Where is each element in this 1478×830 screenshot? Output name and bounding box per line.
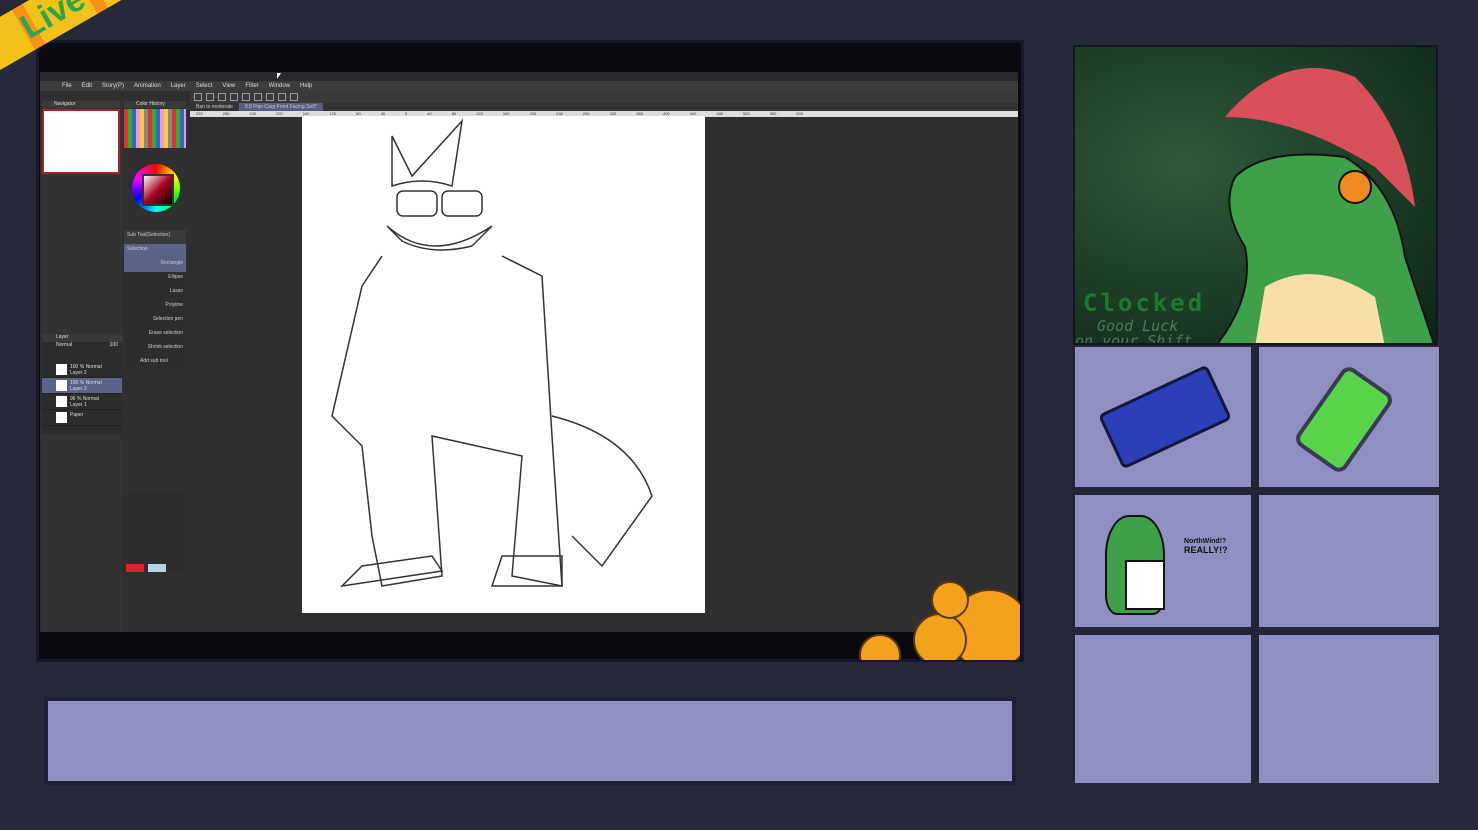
document-tabs: Ban to moderate 8.8 Flan Carp Front Faci… (190, 103, 1018, 111)
ruler-tick: 600 (796, 111, 804, 116)
inventory-slot-empty (1259, 495, 1439, 627)
redo-icon[interactable] (242, 93, 250, 101)
webcam-panel: Clocked Good Luck on your Shift (1073, 45, 1438, 345)
sticker-caption-line2: REALLY!? (1184, 545, 1228, 555)
sticker-caption: NorthWind!? REALLY!? (1184, 538, 1228, 555)
title-bar (40, 72, 1018, 81)
layer-row-selected[interactable]: 100 % Normal Layer 3 (42, 378, 122, 394)
ruler-tick: 200 (276, 111, 283, 116)
layer-name: Layer 3 (70, 386, 87, 392)
menu-layer[interactable]: Layer (171, 83, 186, 89)
clip-studio-window: File Edit Story(P) Animation Layer Selec… (40, 72, 1018, 632)
sub-tool-header: Sub Tool[Selection] (124, 230, 186, 244)
ruler-icon[interactable] (290, 93, 298, 101)
navigator-tab[interactable]: Navigator (42, 101, 120, 108)
layer-row[interactable]: 96 % Normal Layer 1 (42, 394, 122, 410)
orange-balls-decoration (859, 581, 1020, 660)
webcam-subtitle-2: on your Shift (1075, 332, 1193, 345)
inventory-slot-sticker (1075, 495, 1251, 627)
menu-help[interactable]: Help (300, 83, 312, 89)
layer-panel: Layer Normal 100 100 % Normal Layer 2 100… (42, 334, 122, 434)
ruler-tick: 520 (743, 111, 750, 116)
menu-animation[interactable]: Animation (134, 83, 161, 89)
sub-tool-panel: Sub Tool[Selection] Selection Rectangle … (124, 230, 186, 370)
new-icon[interactable] (194, 93, 202, 101)
menu-window[interactable]: Window (269, 83, 290, 89)
layer-name: Layer 1 (70, 402, 87, 408)
ruler-tick: 320 (196, 111, 203, 116)
mouse-cursor (277, 73, 281, 79)
ruler-tick: 560 (769, 111, 777, 116)
color-wheel[interactable] (132, 164, 180, 212)
transform-icon[interactable] (254, 93, 262, 101)
undo-icon[interactable] (230, 93, 238, 101)
menu-filter[interactable]: Filter (245, 83, 258, 89)
navigator-preview[interactable] (42, 109, 120, 174)
color-history-tab[interactable]: Color History (124, 101, 186, 108)
avatar-character-image (1216, 68, 1435, 343)
add-sub-tool-button[interactable]: Add sub tool (124, 356, 186, 370)
snap-icon[interactable] (278, 93, 286, 101)
sub-tool-shrink-selection[interactable]: Shrink selection (124, 342, 186, 356)
command-bar (190, 91, 1018, 103)
inventory-slot-tape (1075, 347, 1251, 487)
layer-panel-title: Layer (42, 334, 122, 342)
inventory-slot-empty (1259, 635, 1439, 783)
sub-tool-polyline[interactable]: Polyline (124, 300, 186, 314)
sub-color-swatch[interactable] (148, 564, 166, 572)
green-jar-icon (1292, 363, 1396, 476)
color-history[interactable] (124, 109, 186, 148)
sub-tool-lasso[interactable]: Lasso (124, 286, 186, 300)
webcam-title: Clocked (1083, 289, 1206, 317)
ruler-tick: 280 (222, 111, 230, 116)
save-icon[interactable] (218, 93, 226, 101)
menu-select[interactable]: Select (196, 83, 213, 89)
sticker-shirt (1125, 560, 1165, 610)
ruler-tick: 480 (716, 111, 724, 116)
inventory-slot-jar (1259, 347, 1439, 487)
blend-mode-select[interactable]: Normal (56, 342, 72, 350)
sub-tool-ellipse[interactable]: Ellipse (124, 272, 186, 286)
sub-tool-group[interactable]: Selection (124, 244, 186, 258)
sub-tool-selection-pen[interactable]: Selection pen (124, 314, 186, 328)
layer-name: Paper (70, 412, 84, 418)
vhs-tape-icon (1097, 364, 1233, 470)
fill-icon[interactable] (266, 93, 274, 101)
inventory-slot-empty (1075, 635, 1251, 783)
drawing-canvas[interactable] (302, 116, 705, 613)
inventory-grid (1071, 345, 1441, 783)
chat-bar (44, 697, 1016, 785)
tab-document-1[interactable]: Ban to moderate (190, 103, 239, 111)
layer-name: Layer 2 (70, 370, 87, 376)
tool-palette[interactable] (124, 492, 186, 572)
menu-story[interactable]: Story(P) (102, 83, 124, 89)
opacity-value[interactable]: 100 (110, 342, 122, 350)
layer-row[interactable]: 100 % Normal Layer 2 (42, 362, 122, 378)
menu-edit[interactable]: Edit (82, 83, 92, 89)
main-color-swatch[interactable] (126, 564, 144, 572)
sketch-fish-character (331, 118, 653, 588)
menu-view[interactable]: View (222, 83, 235, 89)
tab-document-2[interactable]: 8.8 Flan Carp Front Facing Soft* (238, 103, 323, 111)
menu-bar: File Edit Story(P) Animation Layer Selec… (40, 81, 1018, 91)
menu-file[interactable]: File (62, 83, 72, 89)
layer-row-paper[interactable]: Paper (42, 410, 122, 426)
ruler-tick: 240 (249, 111, 257, 116)
open-icon[interactable] (206, 93, 214, 101)
sub-tool-rectangle[interactable]: Rectangle (124, 258, 186, 272)
sub-tool-erase-selection[interactable]: Erase selection (124, 328, 186, 342)
